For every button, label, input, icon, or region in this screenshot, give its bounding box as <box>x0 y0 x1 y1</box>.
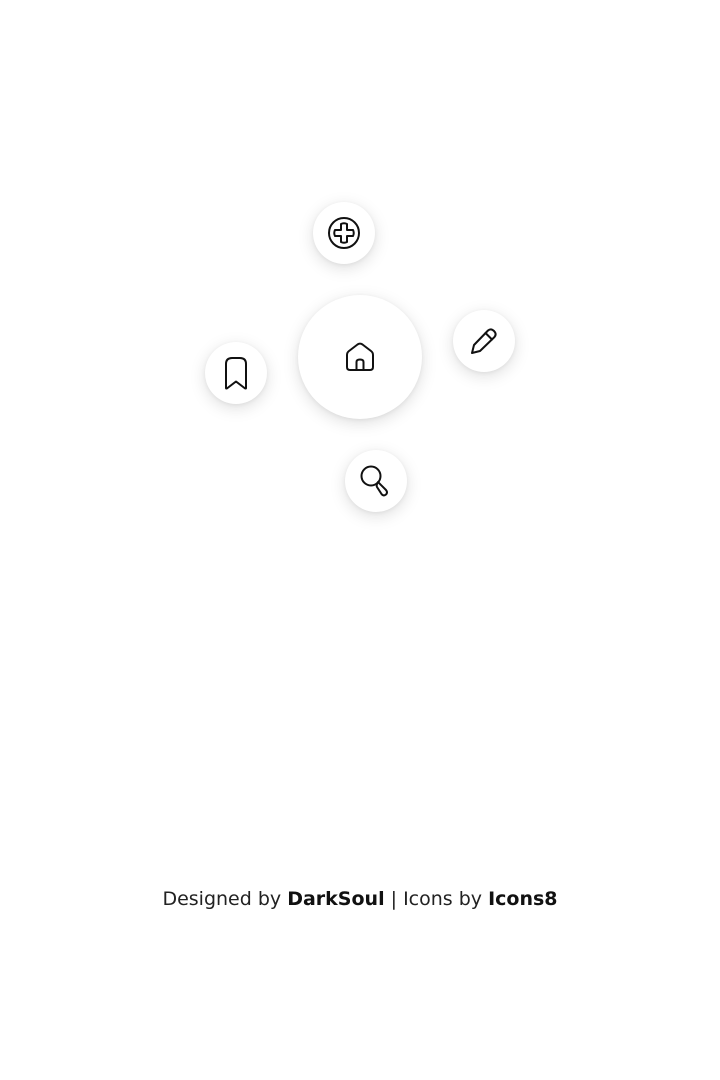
bookmark-button[interactable] <box>205 342 267 404</box>
pencil-icon <box>471 328 497 354</box>
credits-separator: | Icons by <box>390 888 483 910</box>
home-button[interactable] <box>298 295 422 419</box>
bookmark-icon <box>225 357 247 390</box>
edit-button[interactable] <box>453 310 515 372</box>
radial-menu-stage: Designed by DarkSoul | Icons by Icons8 <box>0 0 720 1080</box>
add-button[interactable] <box>313 202 375 264</box>
search-icon <box>360 465 388 497</box>
plus-circle-icon <box>328 217 360 249</box>
home-icon <box>346 342 374 371</box>
credits-text: Designed by DarkSoul | Icons by Icons8 <box>0 886 720 912</box>
search-button[interactable] <box>345 450 407 512</box>
credits-designer: DarkSoul <box>287 888 385 910</box>
credits-prefix: Designed by <box>162 888 282 910</box>
credits-icon-source: Icons8 <box>488 888 558 910</box>
